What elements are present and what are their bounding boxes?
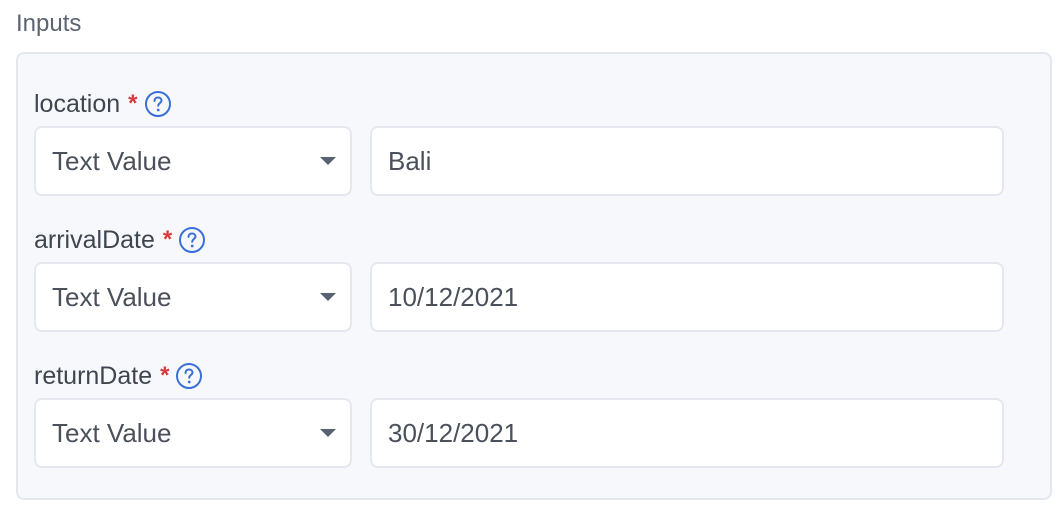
field-controls: Text Value 30/12/2021 <box>34 398 1004 468</box>
field-controls: Text Value Bali <box>34 126 1004 196</box>
required-indicator: * <box>128 90 138 117</box>
help-circle-icon[interactable] <box>175 362 203 390</box>
return-date-value-input[interactable]: 30/12/2021 <box>370 398 1004 468</box>
caret-down-icon <box>320 293 336 301</box>
input-value: 30/12/2021 <box>388 417 519 448</box>
section-title: Inputs <box>16 10 82 37</box>
field-label: returnDate <box>34 362 153 390</box>
caret-down-icon <box>320 429 336 437</box>
location-value-input[interactable]: Bali <box>370 126 1004 196</box>
input-value: Bali <box>388 145 432 176</box>
value-type-selected: Text Value <box>52 417 172 448</box>
value-type-select[interactable]: Text Value <box>34 262 352 332</box>
help-circle-icon[interactable] <box>144 90 172 118</box>
value-type-select[interactable]: Text Value <box>34 126 352 196</box>
arrival-date-value-input[interactable]: 10/12/2021 <box>370 262 1004 332</box>
field-label-row: arrivalDate * <box>34 224 206 256</box>
help-circle-icon[interactable] <box>178 226 206 254</box>
required-indicator: * <box>162 226 173 253</box>
field-label: location <box>34 90 121 118</box>
input-value: 10/12/2021 <box>388 281 519 312</box>
value-type-selected: Text Value <box>52 281 172 312</box>
field-label: arrivalDate <box>34 226 155 254</box>
value-type-select[interactable]: Text Value <box>34 398 352 468</box>
field-arrival-date: arrivalDate * Text Value 10/12/2021 <box>34 224 1004 332</box>
field-controls: Text Value 10/12/2021 <box>34 262 1004 332</box>
field-label-row: location * <box>34 88 172 120</box>
required-indicator: * <box>160 362 170 389</box>
field-location: location * Text Value Bali <box>34 88 1004 196</box>
value-type-selected: Text Value <box>52 145 172 176</box>
field-return-date: returnDate * Text Value 30/12/2021 <box>34 360 1004 468</box>
caret-down-icon <box>320 157 336 165</box>
field-label-row: returnDate * <box>34 360 203 392</box>
